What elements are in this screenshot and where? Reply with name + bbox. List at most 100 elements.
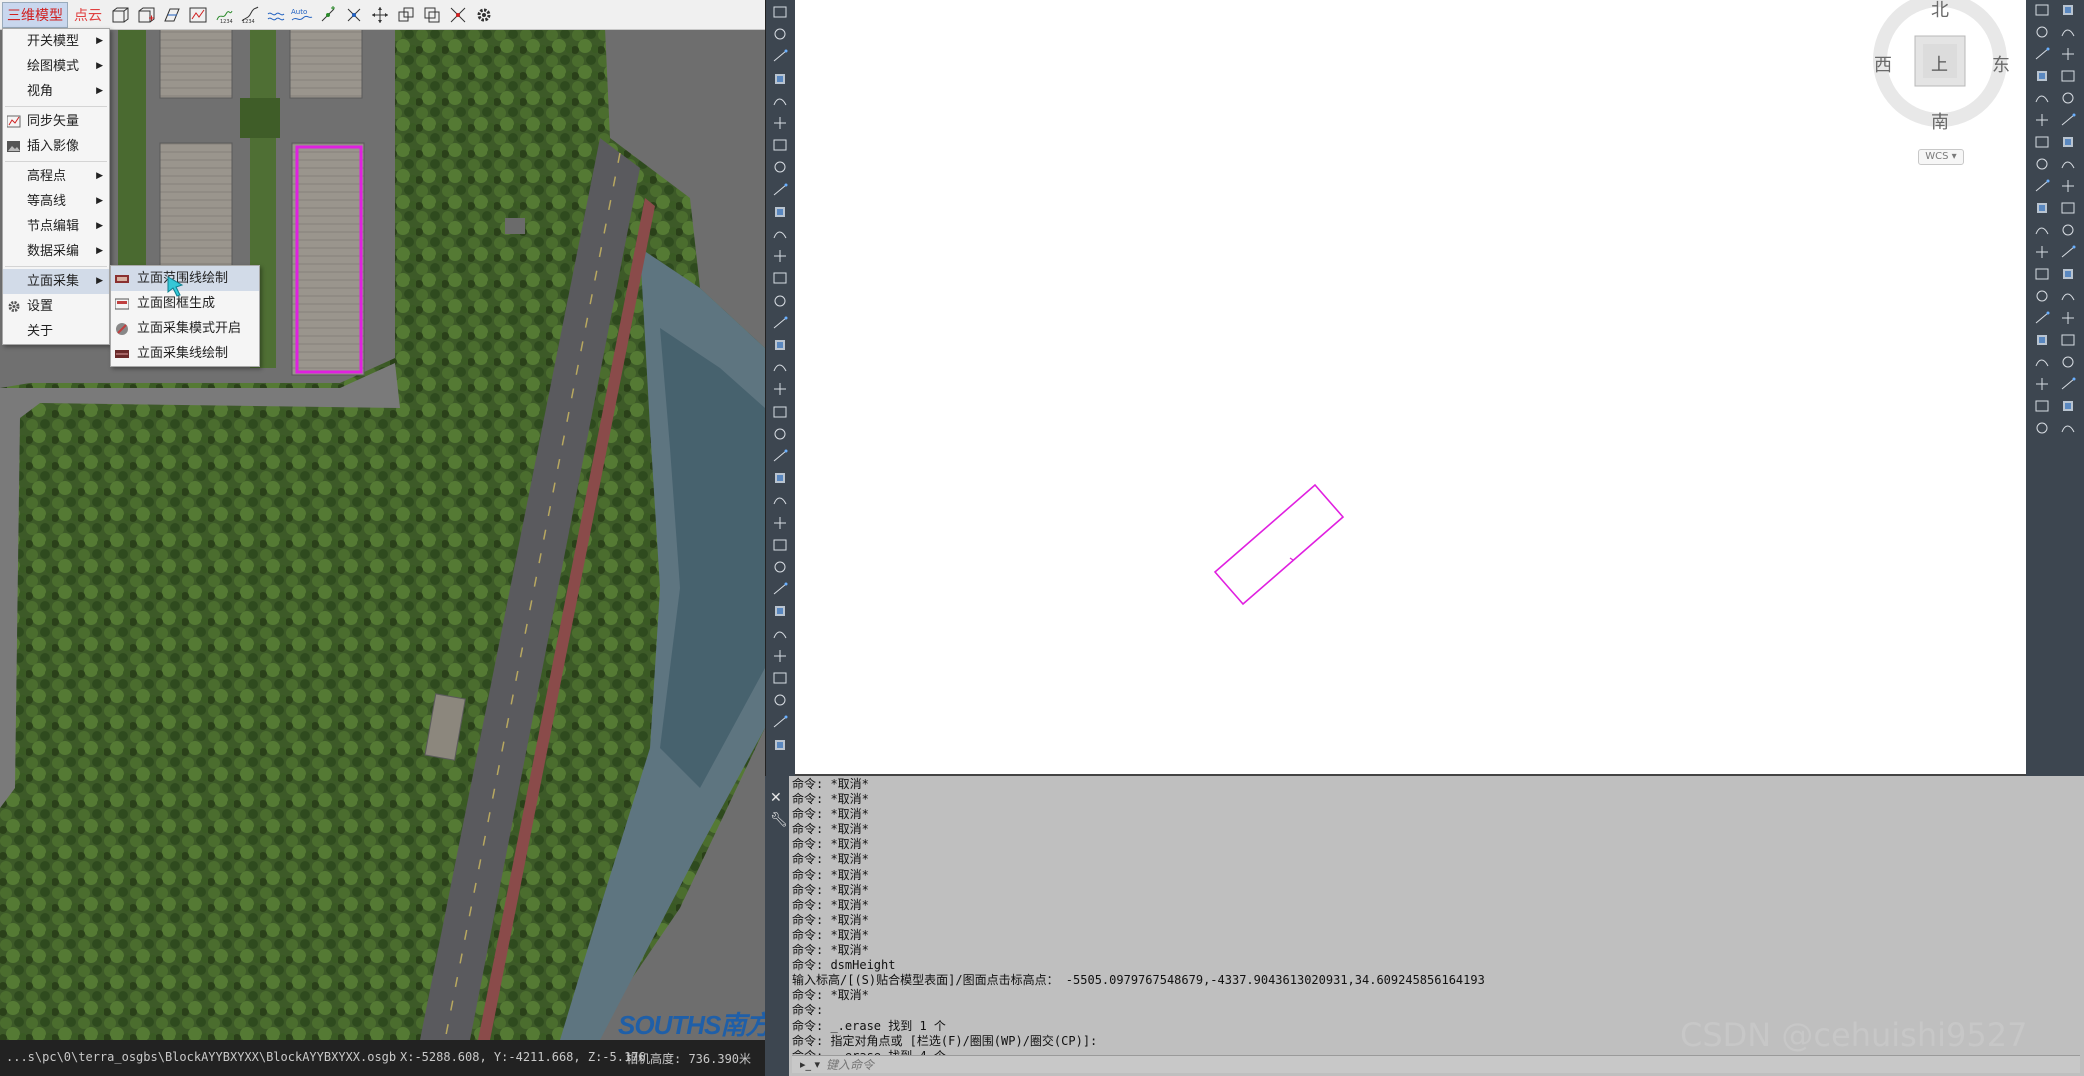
copy-icon[interactable] [2034,24,2050,40]
command-prompt-icon[interactable]: ▸_ ▾ [800,1058,820,1071]
compass-north[interactable]: 北 [1931,0,1949,22]
command-input[interactable] [826,1057,1427,1072]
menu-item-view-angle[interactable]: 视角 ▶ [3,79,109,104]
ellipse-icon[interactable] [772,159,790,175]
cube-icon[interactable] [394,3,418,27]
stretch-icon[interactable] [2060,420,2076,436]
move-icon[interactable] [368,3,392,27]
menu-item-facade-capture[interactable]: 立面采集 ▶ [3,269,109,294]
compass-south[interactable]: 南 [1931,108,1949,134]
polyline-icon[interactable] [772,559,790,575]
point-edit-icon[interactable] [316,3,340,27]
scale-icon[interactable] [2060,398,2076,414]
menu-item-elevation-point[interactable]: 高程点 ▶ [3,164,109,189]
line-icon[interactable] [772,270,790,286]
cad-drawing-area[interactable] [795,0,2026,776]
close-icon[interactable]: ✕ [770,790,782,806]
menu-item-draw-mode[interactable]: 绘图模式 ▶ [3,54,109,79]
extend-icon[interactable] [2060,200,2076,216]
mirror-icon[interactable] [2060,24,2076,40]
erase-icon[interactable] [2034,2,2050,18]
submenu-item-facade-mode[interactable]: 立面采集模式开启 [111,316,259,341]
gear-icon[interactable] [472,3,496,27]
polyline-icon[interactable] [772,293,790,309]
box-icon[interactable] [108,3,132,27]
rectangle-icon[interactable] [772,71,790,87]
wave-icon[interactable] [264,3,288,27]
block-icon[interactable] [772,470,790,486]
fillet-icon[interactable] [2034,244,2050,260]
rotate-icon[interactable] [2034,398,2050,414]
stretch-icon[interactable] [2060,156,2076,172]
menu-item-insert-image[interactable]: 插入影像 [3,134,109,159]
circle-icon[interactable] [772,381,790,397]
mirror-icon[interactable] [2034,310,2050,326]
array-icon[interactable] [2060,68,2076,84]
layer-icon[interactable] [420,3,444,27]
submenu-item-facade-line[interactable]: 立面采集线绘制 [111,341,259,366]
view-cube-top-face[interactable]: 上 [1931,50,1948,75]
mirror-icon[interactable] [2060,288,2076,304]
box-add-icon[interactable] [134,3,158,27]
ellipse-icon[interactable] [772,426,790,442]
scale-icon[interactable] [2034,156,2050,172]
fillet-icon[interactable] [2060,222,2076,238]
menu-item-settings[interactable]: 设置 [3,294,109,319]
array-icon[interactable] [2034,354,2050,370]
rotate-icon[interactable] [2060,112,2076,128]
menu-3d-model[interactable]: 三维模型 [2,1,68,28]
scale-icon[interactable] [2034,420,2050,436]
move-icon[interactable] [2060,90,2076,106]
copy-icon[interactable] [2060,2,2076,18]
array-icon[interactable] [2034,90,2050,106]
snap-icon[interactable] [446,3,470,27]
table-icon[interactable] [772,515,790,531]
copy-icon[interactable] [2060,266,2076,282]
rectangle-icon[interactable] [772,603,790,619]
block-icon[interactable] [772,737,790,753]
scale-icon[interactable] [2060,134,2076,150]
hatch-icon[interactable] [772,448,790,464]
elevation-icon[interactable]: 1234 [212,3,236,27]
line-edit-icon[interactable] [342,3,366,27]
line-icon[interactable] [772,537,790,553]
wrench-icon[interactable]: 🔧︎ [770,812,788,828]
compass-west[interactable]: 西 [1874,51,1892,77]
contour-icon[interactable]: 1234 [238,3,262,27]
move-icon[interactable] [2034,376,2050,392]
menu-item-about[interactable]: 关于 [3,319,109,344]
ellipse-icon[interactable] [772,692,790,708]
menu-item-toggle-model[interactable]: 开关模型 ▶ [3,29,109,54]
rectangle-icon[interactable] [772,337,790,353]
array-icon[interactable] [2060,332,2076,348]
erase-icon[interactable] [2060,244,2076,260]
table-icon[interactable] [772,248,790,264]
arc-icon[interactable] [772,359,790,375]
menu-item-sync-vector[interactable]: 同步矢量 [3,109,109,134]
polygon-icon[interactable] [772,581,790,597]
erase-icon[interactable] [2034,266,2050,282]
offset-icon[interactable] [2060,46,2076,62]
chart-icon[interactable] [186,3,210,27]
offset-icon[interactable] [2060,310,2076,326]
wcs-dropdown[interactable]: WCS ▾ [1918,149,1964,165]
extend-icon[interactable] [2034,222,2050,238]
copy-icon[interactable] [2034,288,2050,304]
3d-model-viewer[interactable]: 三维模型 点云 1234 1234 Auto 开关模型 ▶ 绘图模式 ▶ 视角 ▶ 同… [0,0,765,1076]
move-icon[interactable] [2034,112,2050,128]
box-plane-icon[interactable] [160,3,184,27]
text-icon[interactable] [772,492,790,508]
spline-icon[interactable] [772,670,790,686]
menu-item-data-edit[interactable]: 数据采编 ▶ [3,239,109,264]
hatch-icon[interactable] [772,182,790,198]
menu-item-node-edit[interactable]: 节点编辑 ▶ [3,214,109,239]
compass-east[interactable]: 东 [1992,51,2010,77]
line-icon[interactable] [772,4,790,20]
circle-icon[interactable] [772,115,790,131]
move-icon[interactable] [2060,354,2076,370]
hatch-icon[interactable] [772,714,790,730]
polygon-icon[interactable] [772,48,790,64]
block-icon[interactable] [772,204,790,220]
menu-item-contour[interactable]: 等高线 ▶ [3,189,109,214]
stretch-icon[interactable] [2034,178,2050,194]
